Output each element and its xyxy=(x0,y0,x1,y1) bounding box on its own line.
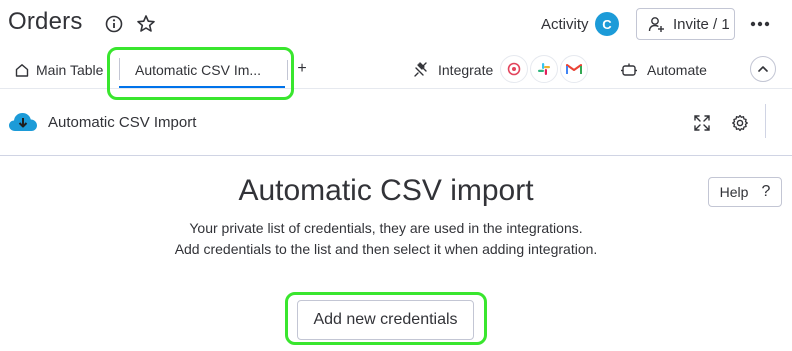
slack-icon xyxy=(530,55,558,83)
widget-divider xyxy=(0,155,792,156)
invite-button[interactable]: Invite / 1 xyxy=(636,8,735,40)
add-user-icon xyxy=(647,15,665,33)
home-icon xyxy=(14,62,30,78)
collapse-header-button[interactable] xyxy=(750,56,776,82)
webhooks-icon xyxy=(500,55,528,83)
widget-title: Automatic CSV Import xyxy=(48,113,197,131)
page-heading: Automatic CSV import xyxy=(238,174,534,207)
automate-button[interactable]: Automate xyxy=(620,58,707,82)
activity-link[interactable]: Activity xyxy=(541,16,589,33)
cloud-download-icon xyxy=(8,111,38,133)
tab-main-table[interactable]: Main Table xyxy=(14,58,103,82)
question-mark-icon: ? xyxy=(761,183,771,200)
robot-icon xyxy=(620,62,638,78)
info-icon[interactable] xyxy=(104,14,124,34)
description-line-2: Add credentials to the list and then sel… xyxy=(174,241,598,257)
gear-icon[interactable] xyxy=(730,113,750,133)
integrate-plug-icon xyxy=(412,61,430,79)
widget-header: Automatic CSV Import xyxy=(8,108,196,136)
tab-main-table-label: Main Table xyxy=(36,62,104,78)
help-label: Help xyxy=(719,184,749,200)
widget-toolbar-divider xyxy=(765,104,766,138)
automate-label: Automate xyxy=(647,62,707,78)
tab-automatic-csv-import[interactable]: Automatic CSV Im... xyxy=(119,58,285,82)
integration-app-icons[interactable] xyxy=(500,55,588,83)
board-title[interactable]: Orders xyxy=(8,8,83,36)
tab-divider xyxy=(287,60,288,80)
description-line-1: Your private list of credentials, they a… xyxy=(189,220,583,236)
add-view-button[interactable]: + xyxy=(294,58,310,80)
help-button[interactable]: Help ? xyxy=(708,177,782,207)
invite-label: Invite / 1 xyxy=(673,15,730,33)
chevron-up-icon xyxy=(758,66,768,72)
gmail-icon xyxy=(560,55,588,83)
tabs-divider xyxy=(0,88,792,89)
more-options-icon[interactable] xyxy=(747,14,773,34)
user-avatar[interactable]: C xyxy=(595,12,619,36)
star-icon[interactable] xyxy=(135,13,157,35)
integrate-label: Integrate xyxy=(438,62,494,78)
add-new-credentials-button[interactable]: Add new credentials xyxy=(297,300,474,340)
integrate-button[interactable]: Integrate xyxy=(412,58,493,82)
fullscreen-icon[interactable] xyxy=(692,113,712,133)
